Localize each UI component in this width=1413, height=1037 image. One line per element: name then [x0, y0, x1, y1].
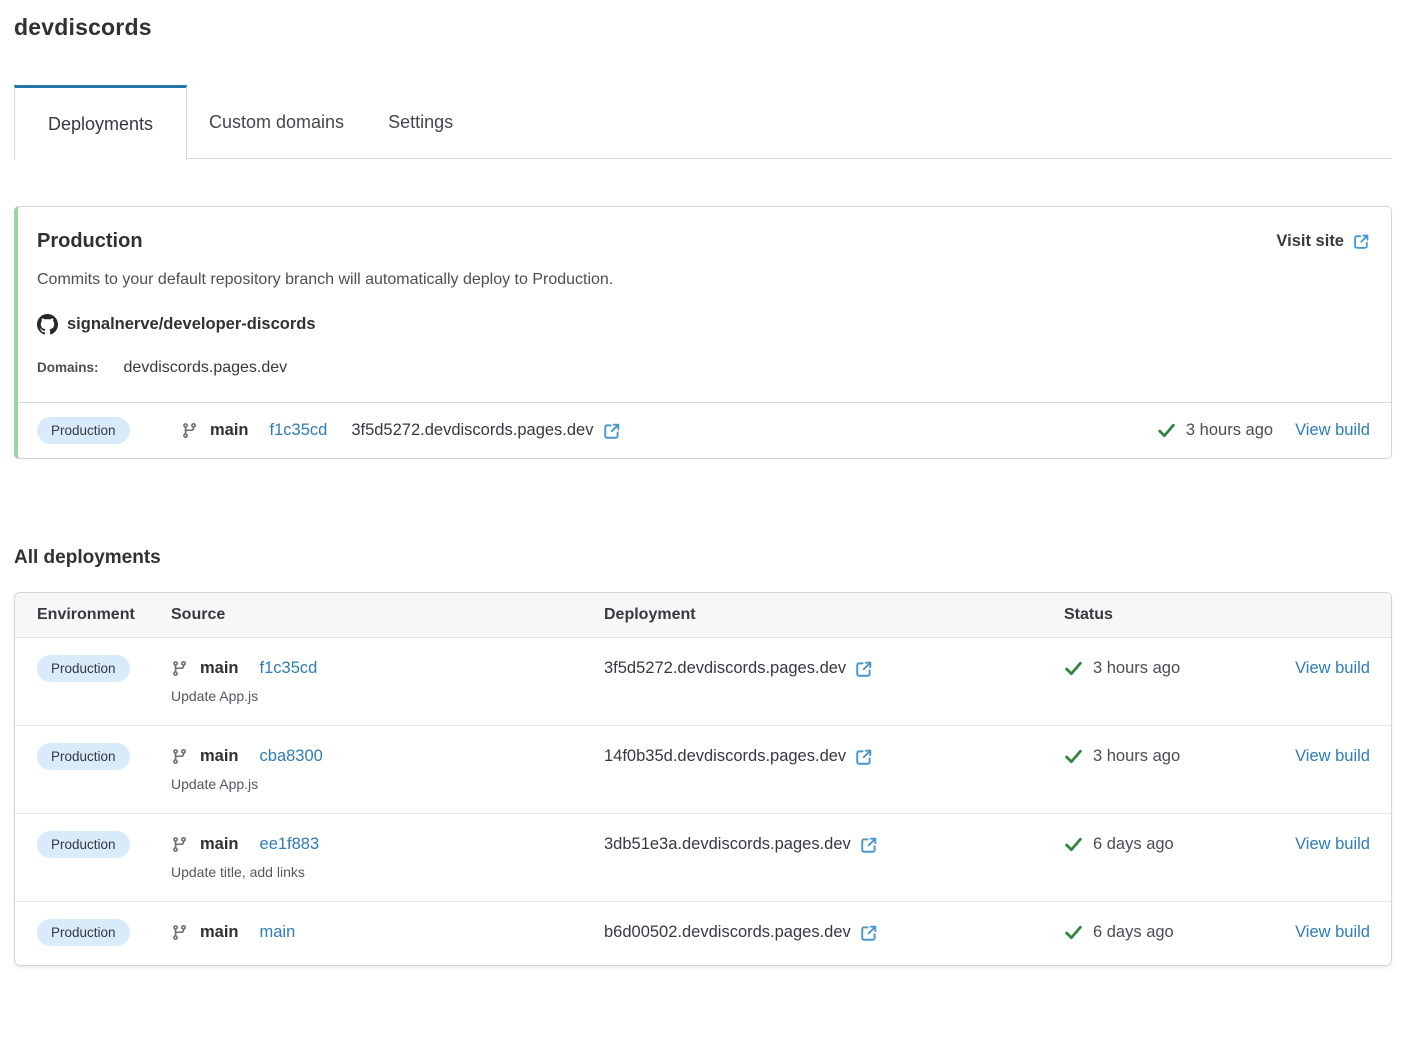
deploy-time: 3 hours ago: [1093, 655, 1180, 682]
git-branch-icon: [171, 748, 188, 765]
status-indicator: 6 days ago: [1064, 919, 1174, 946]
environment-badge: Production: [37, 417, 130, 444]
git-branch-icon: [181, 422, 198, 439]
commit-message: Update App.js: [171, 774, 604, 794]
branch-name: main: [200, 655, 239, 682]
deployment-url: 3f5d5272.devdiscords.pages.dev: [604, 655, 846, 682]
view-build-link[interactable]: View build: [1295, 831, 1370, 858]
all-deployments-heading: All deployments: [14, 547, 1392, 569]
deployment-url-link[interactable]: 3f5d5272.devdiscords.pages.dev: [604, 655, 873, 682]
production-deployment-row: Production main f1c35cd 3f5d5272.devdisc…: [18, 402, 1391, 458]
external-link-icon: [1353, 233, 1370, 250]
visit-site-link[interactable]: Visit site: [1276, 232, 1370, 251]
deploy-time: 3 hours ago: [1093, 743, 1180, 770]
environment-badge: Production: [37, 919, 130, 946]
status-indicator: 3 hours ago: [1064, 655, 1180, 682]
tab-settings[interactable]: Settings: [366, 86, 475, 158]
external-link-icon: [855, 748, 873, 766]
deployment-url: 3f5d5272.devdiscords.pages.dev: [351, 421, 593, 440]
branch-name: main: [200, 743, 239, 770]
table-row: Production main cba8300 Update App.js 14…: [15, 725, 1391, 813]
deploy-time: 6 days ago: [1093, 919, 1174, 946]
page: devdiscords Deployments Custom domains S…: [0, 0, 1413, 986]
check-icon: [1064, 747, 1083, 766]
repo-name: signalnerve/developer-discords: [67, 315, 316, 334]
column-header-status: Status: [1064, 606, 1370, 624]
table-row: Production main main b6d00502.devdiscord…: [15, 901, 1391, 965]
deployment-url-link[interactable]: b6d00502.devdiscords.pages.dev: [604, 919, 878, 946]
page-title: devdiscords: [14, 14, 1392, 41]
deployment-url-link[interactable]: 3f5d5272.devdiscords.pages.dev: [351, 421, 620, 440]
check-icon: [1157, 421, 1176, 440]
commit-message: Update App.js: [171, 686, 604, 706]
external-link-icon: [603, 422, 621, 440]
table-row: Production main ee1f883 Update title, ad…: [15, 813, 1391, 901]
production-card: Production Visit site Commits to your de…: [14, 206, 1392, 459]
source-info: main cba8300: [171, 743, 604, 770]
branch-name: main: [200, 831, 239, 858]
git-branch-icon: [171, 924, 188, 941]
view-build-link[interactable]: View build: [1295, 919, 1370, 946]
tab-bar: Deployments Custom domains Settings: [14, 85, 1392, 159]
commit-link[interactable]: ee1f883: [260, 831, 320, 858]
commit-link[interactable]: main: [260, 919, 296, 946]
column-header-environment: Environment: [37, 606, 171, 624]
table-row: Production main f1c35cd Update App.js 3f…: [15, 638, 1391, 725]
commit-link[interactable]: f1c35cd: [260, 655, 318, 682]
external-link-icon: [855, 660, 873, 678]
production-title: Production: [37, 230, 143, 253]
status-indicator: 3 hours ago: [1064, 743, 1180, 770]
deployment-url-link[interactable]: 3db51e3a.devdiscords.pages.dev: [604, 831, 878, 858]
commit-link[interactable]: f1c35cd: [270, 421, 328, 440]
source-info: main ee1f883: [171, 831, 604, 858]
deployment-url: b6d00502.devdiscords.pages.dev: [604, 919, 851, 946]
external-link-icon: [860, 924, 878, 942]
column-header-source: Source: [171, 606, 604, 624]
check-icon: [1064, 659, 1083, 678]
environment-badge: Production: [37, 743, 130, 770]
deployments-table: Environment Source Deployment Status Pro…: [14, 592, 1392, 966]
commit-message: Update title, add links: [171, 862, 604, 882]
tab-deployments[interactable]: Deployments: [14, 85, 187, 160]
domains-value: devdiscords.pages.dev: [124, 359, 288, 377]
view-build-link[interactable]: View build: [1295, 743, 1370, 770]
environment-badge: Production: [37, 655, 130, 682]
deploy-time: 6 days ago: [1093, 831, 1174, 858]
column-header-deployment: Deployment: [604, 606, 1064, 624]
git-branch-icon: [171, 660, 188, 677]
check-icon: [1064, 835, 1083, 854]
view-build-link[interactable]: View build: [1295, 421, 1370, 440]
domains-line: Domains: devdiscords.pages.dev: [37, 359, 1370, 377]
deployment-url: 3db51e3a.devdiscords.pages.dev: [604, 831, 851, 858]
external-link-icon: [860, 836, 878, 854]
view-build-link[interactable]: View build: [1295, 655, 1370, 682]
status-group: 3 hours ago View build: [1157, 421, 1370, 440]
commit-link[interactable]: cba8300: [260, 743, 323, 770]
deployment-url: 14f0b35d.devdiscords.pages.dev: [604, 743, 846, 770]
deploy-time: 3 hours ago: [1186, 421, 1273, 440]
git-branch-icon: [171, 836, 188, 853]
source-info: main f1c35cd: [181, 421, 327, 440]
repo-line: signalnerve/developer-discords: [37, 314, 1370, 335]
source-info: main main: [171, 919, 604, 946]
environment-badge: Production: [37, 831, 130, 858]
visit-site-label: Visit site: [1276, 232, 1344, 251]
branch-name: main: [210, 421, 249, 440]
domains-label: Domains:: [37, 360, 99, 375]
check-icon: [1064, 923, 1083, 942]
production-description: Commits to your default repository branc…: [37, 271, 1370, 289]
status-indicator: 6 days ago: [1064, 831, 1174, 858]
branch-name: main: [200, 919, 239, 946]
source-info: main f1c35cd: [171, 655, 604, 682]
deployment-url-link[interactable]: 14f0b35d.devdiscords.pages.dev: [604, 743, 873, 770]
github-icon: [37, 314, 58, 335]
tab-custom-domains[interactable]: Custom domains: [187, 86, 366, 158]
table-header-row: Environment Source Deployment Status: [15, 593, 1391, 638]
